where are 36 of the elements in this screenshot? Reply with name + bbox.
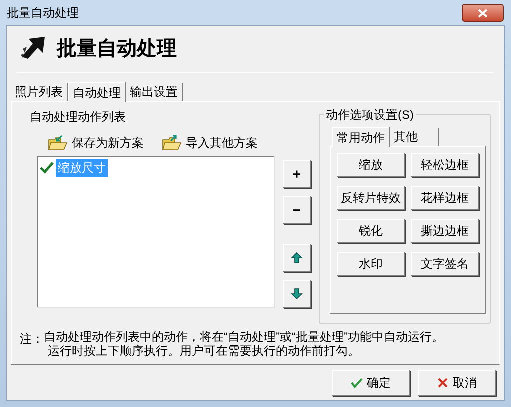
action-button[interactable]: 缩放 bbox=[337, 153, 405, 177]
close-icon bbox=[478, 8, 488, 18]
cancel-button[interactable]: 取消 bbox=[418, 370, 496, 396]
up-arrow-icon bbox=[291, 252, 303, 264]
note-label: 注： bbox=[20, 331, 44, 348]
move-up-button[interactable] bbox=[283, 244, 311, 272]
header-title: 批量自动处理 bbox=[57, 37, 177, 62]
action-button[interactable]: 撕边边框 bbox=[411, 219, 479, 243]
checkmark-icon[interactable] bbox=[40, 161, 54, 175]
group-title: 自动处理动作列表 bbox=[30, 109, 127, 126]
ok-button[interactable]: 确定 bbox=[332, 370, 410, 396]
move-down-button[interactable] bbox=[283, 280, 311, 308]
action-button[interactable]: 水印 bbox=[337, 252, 405, 276]
tab[interactable]: 输出设置 bbox=[126, 83, 183, 101]
tab[interactable]: 常用动作 bbox=[332, 127, 390, 147]
action-button[interactable]: 文字签名 bbox=[411, 252, 479, 276]
note-text: 运行时按上下顺序执行。用户可在需要执行的动作前打勾。 bbox=[48, 344, 361, 358]
action-button[interactable]: 反转片特效 bbox=[337, 186, 405, 210]
note-text: 自动处理动作列表中的动作，将在“自动处理”或“批量处理”功能中自动运行。 bbox=[44, 330, 444, 344]
close-button[interactable] bbox=[462, 4, 504, 22]
action-button[interactable]: 锐化 bbox=[337, 219, 405, 243]
folder-icon bbox=[48, 135, 68, 151]
tab[interactable]: 其他 bbox=[390, 128, 439, 146]
group-title: 动作选项设置(S) bbox=[324, 106, 416, 124]
checkmark-icon bbox=[351, 376, 363, 388]
close-icon bbox=[437, 376, 449, 388]
toolbar-button[interactable]: 导入其他方案 bbox=[162, 134, 258, 152]
action-button[interactable]: 轻松边框 bbox=[411, 153, 479, 177]
remove-button[interactable]: − bbox=[283, 196, 311, 224]
folder-icon bbox=[162, 135, 182, 151]
tab[interactable]: 自动处理 bbox=[68, 82, 126, 102]
down-arrow-icon bbox=[291, 288, 303, 300]
window-title: 批量自动处理 bbox=[7, 5, 79, 22]
toolbar-button[interactable]: 保存为新方案 bbox=[48, 134, 144, 152]
add-button[interactable]: + bbox=[283, 160, 311, 188]
action-button[interactable]: 花样边框 bbox=[411, 186, 479, 210]
